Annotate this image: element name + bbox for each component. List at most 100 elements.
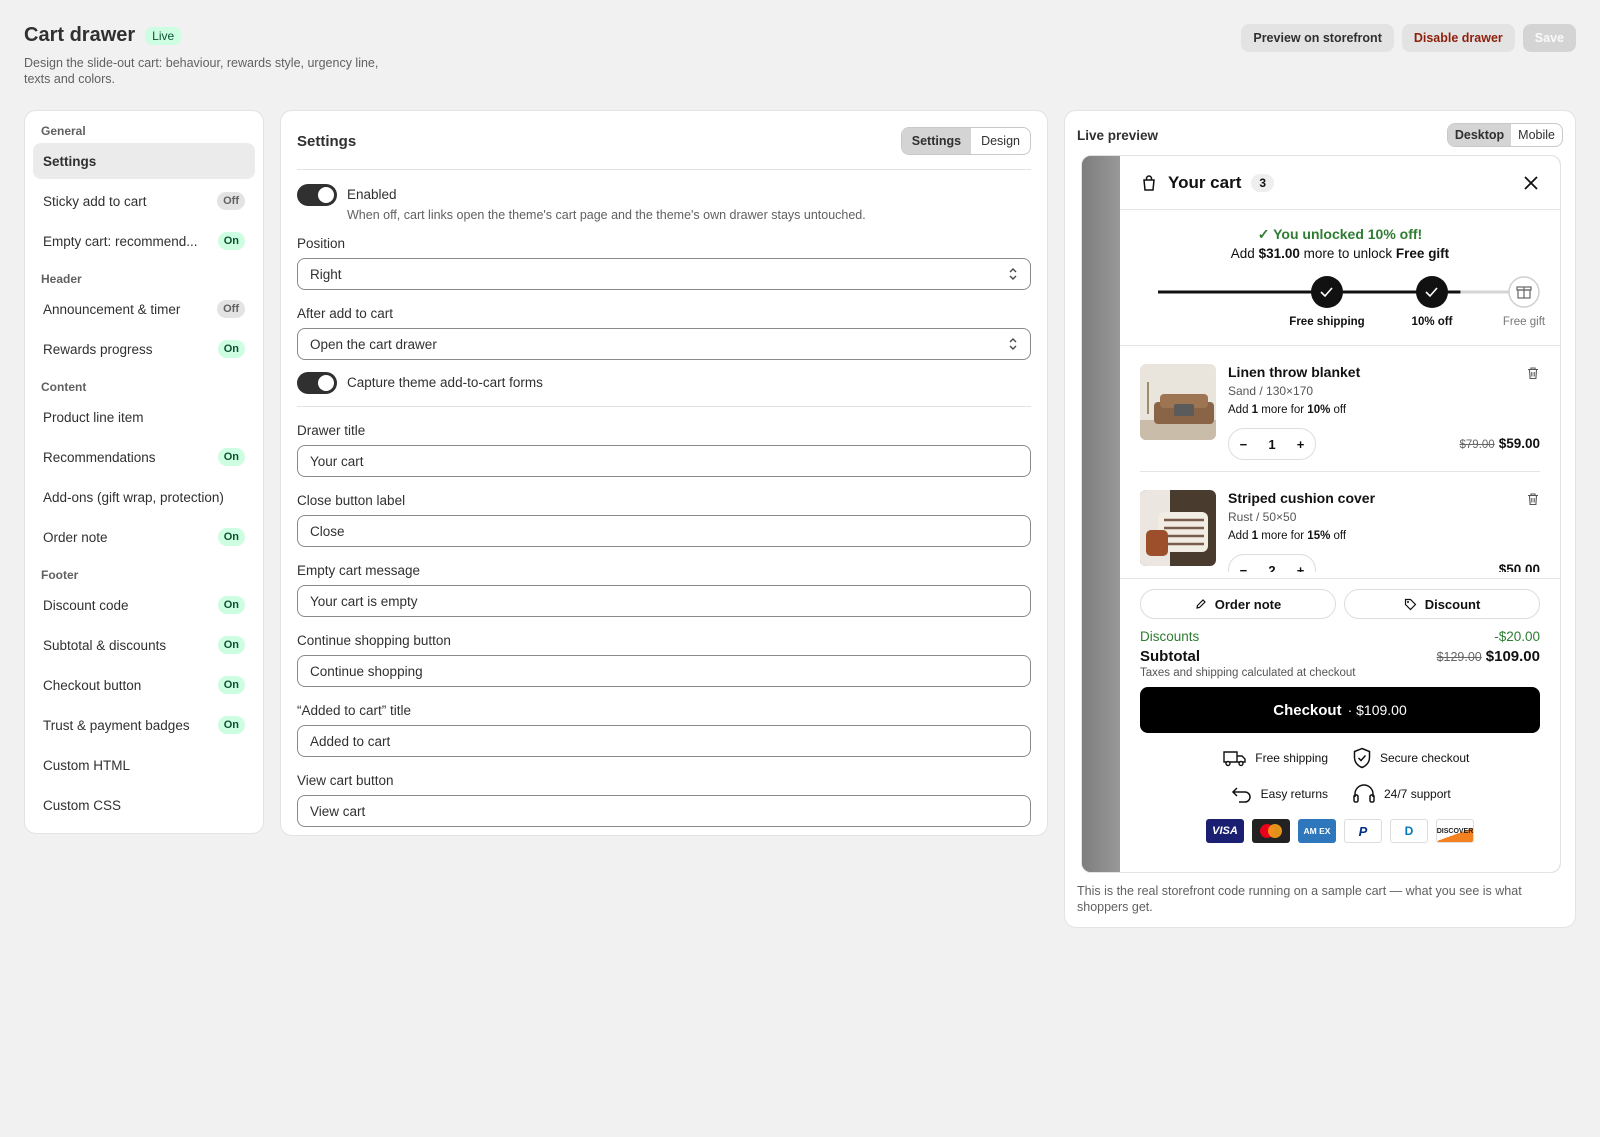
continue-shopping-label: Continue shopping button [297,633,451,648]
tab-settings[interactable]: Settings [901,128,972,154]
sidebar-item-trust-badges[interactable]: Trust & payment badges On [33,707,255,743]
preview-note: This is the real storefront code running… [1077,884,1522,914]
tax-note: Taxes and shipping calculated at checkou… [1140,667,1356,679]
discounts-value: -$20.00 [1494,629,1540,644]
select-chevron-icon [1009,268,1017,280]
empty-message-input[interactable]: Your cart is empty [297,585,1031,617]
tab-design[interactable]: Design [971,128,1030,154]
panel-title: Settings [297,132,357,150]
trust-label: 24/7 support [1384,787,1451,801]
drawer-title-input[interactable]: Your cart [297,445,1031,477]
sidebar-item-add-ons[interactable]: Add-ons (gift wrap, protection) [33,479,255,515]
sidebar-item-label: Subtotal & discounts [43,637,167,653]
item-name: Linen throw blanket [1228,364,1361,380]
headset-icon [1353,784,1375,803]
item-variant: Rust / 50×50 [1228,510,1297,524]
milestone-free-shipping-icon [1311,276,1343,308]
sidebar-item-label: Settings [43,153,97,169]
input-value: Added to cart [310,733,391,749]
sidebar-item-recommendations[interactable]: Recommendations On [33,439,255,475]
trust-badge: 24/7 support [1340,781,1500,807]
quantity-value[interactable]: 1 [1268,437,1275,452]
after-add-select[interactable]: Open the cart drawer [297,328,1031,360]
sidebar-item-label: Add-ons (gift wrap, protection) [43,489,224,505]
settings-sidebar: General Settings Sticky add to cart Off E… [24,110,264,834]
compare-price: $79.00 [1459,439,1495,451]
sidebar-item-label: Checkout button [43,677,142,693]
tab-mobile[interactable]: Mobile [1511,124,1562,146]
sidebar-item-checkout-button[interactable]: Checkout button On [33,667,255,703]
drawer-footer: Order note Discount Discounts -$20.00 Su… [1120,578,1560,872]
subtotal-value: $109.00 [1485,648,1540,665]
subtotal-compare: $129.00 [1436,650,1482,664]
status-pill: On [217,340,245,358]
sidebar-item-rewards-progress[interactable]: Rewards progress On [33,331,255,367]
close-icon[interactable] [1522,174,1540,192]
sidebar-item-label: Trust & payment badges [43,717,190,733]
item-price: $50.00 [1499,562,1540,572]
tab-desktop[interactable]: Desktop [1447,124,1512,146]
trust-label: Free shipping [1255,751,1328,765]
enabled-toggle[interactable] [297,184,337,206]
payment-badges: VISA AM EX P D DISCOVER [1140,819,1540,843]
cart-drawer: Your cart 3 ✓ You unlocked 10% off! Add … [1120,156,1560,872]
hint-text: Add [1228,404,1252,416]
added-title-input[interactable]: Added to cart [297,725,1031,757]
trash-icon[interactable] [1526,366,1540,380]
sidebar-item-product-line[interactable]: Product line item [33,399,255,435]
save-button[interactable]: Save [1522,24,1576,52]
sidebar-item-label: Recommendations [43,449,156,465]
paypal-icon: P [1344,819,1382,843]
plus-icon[interactable]: + [1297,563,1305,573]
disable-drawer-button[interactable]: Disable drawer [1401,24,1515,52]
minus-icon[interactable]: − [1240,563,1248,573]
position-select[interactable]: Right [297,258,1031,290]
capture-forms-toggle[interactable] [297,372,337,394]
milestone-label: 10% off [1411,316,1453,328]
select-chevron-icon [1009,338,1017,350]
item-name: Striped cushion cover [1228,490,1376,506]
plus-icon[interactable]: + [1297,437,1305,452]
continue-shopping-input[interactable]: Continue shopping [297,655,1031,687]
order-note-button[interactable]: Order note [1140,589,1336,619]
input-value: Your cart [310,453,364,469]
diners-icon: D [1390,819,1428,843]
subtotal-row: Subtotal $129.00 $109.00 [1140,648,1540,665]
quantity-value[interactable]: 2 [1268,563,1275,573]
checkout-button[interactable]: Checkout · $109.00 [1140,687,1540,733]
sidebar-item-empty-cart[interactable]: Empty cart: recommend... On [33,223,255,259]
page-header: Cart drawer Live Design the slide-out ca… [24,24,1576,88]
quantity-stepper: − 2 + [1228,554,1316,572]
sidebar-item-subtotal[interactable]: Subtotal & discounts On [33,627,255,663]
minus-icon[interactable]: − [1240,437,1248,452]
discount-button[interactable]: Discount [1344,589,1540,619]
after-add-value: Open the cart drawer [310,336,437,352]
shopping-bag-icon [1143,174,1155,191]
trash-icon[interactable] [1526,492,1540,506]
status-pill: On [217,232,245,250]
sidebar-section-title: Footer [41,568,79,582]
sidebar-item-custom-html[interactable]: Custom HTML [33,747,255,783]
preview-storefront-button[interactable]: Preview on storefront [1241,24,1394,52]
status-pill: On [217,676,245,694]
item-upsell-hint: Add 1 more for 15% off [1228,530,1375,542]
sidebar-item-announcement[interactable]: Announcement & timer Off [33,291,255,327]
sidebar-item-label: Announcement & timer [43,301,181,317]
status-pill: On [217,528,245,546]
sidebar-item-custom-css[interactable]: Custom CSS [33,787,255,823]
close-label-input[interactable]: Close [297,515,1031,547]
status-pill: On [217,448,245,466]
sidebar-item-sticky-add-to-cart[interactable]: Sticky add to cart Off [33,183,255,219]
sidebar-item-settings[interactable]: Settings [33,143,255,179]
view-cart-input[interactable]: View cart [297,795,1031,827]
hint-pct: 10% [1307,404,1331,416]
page-subtitle: Design the slide-out cart: behaviour, re… [24,56,379,86]
product-image-blanket [1140,364,1216,440]
trust-label: Secure checkout [1380,751,1470,765]
sidebar-item-discount-code[interactable]: Discount code On [33,587,255,623]
sidebar-item-order-note[interactable]: Order note On [33,519,255,555]
after-add-label: After add to cart [297,306,394,321]
trust-badge: Easy returns [1180,781,1340,807]
page-title: Cart drawer [24,24,136,46]
enabled-label: Enabled [347,187,397,202]
